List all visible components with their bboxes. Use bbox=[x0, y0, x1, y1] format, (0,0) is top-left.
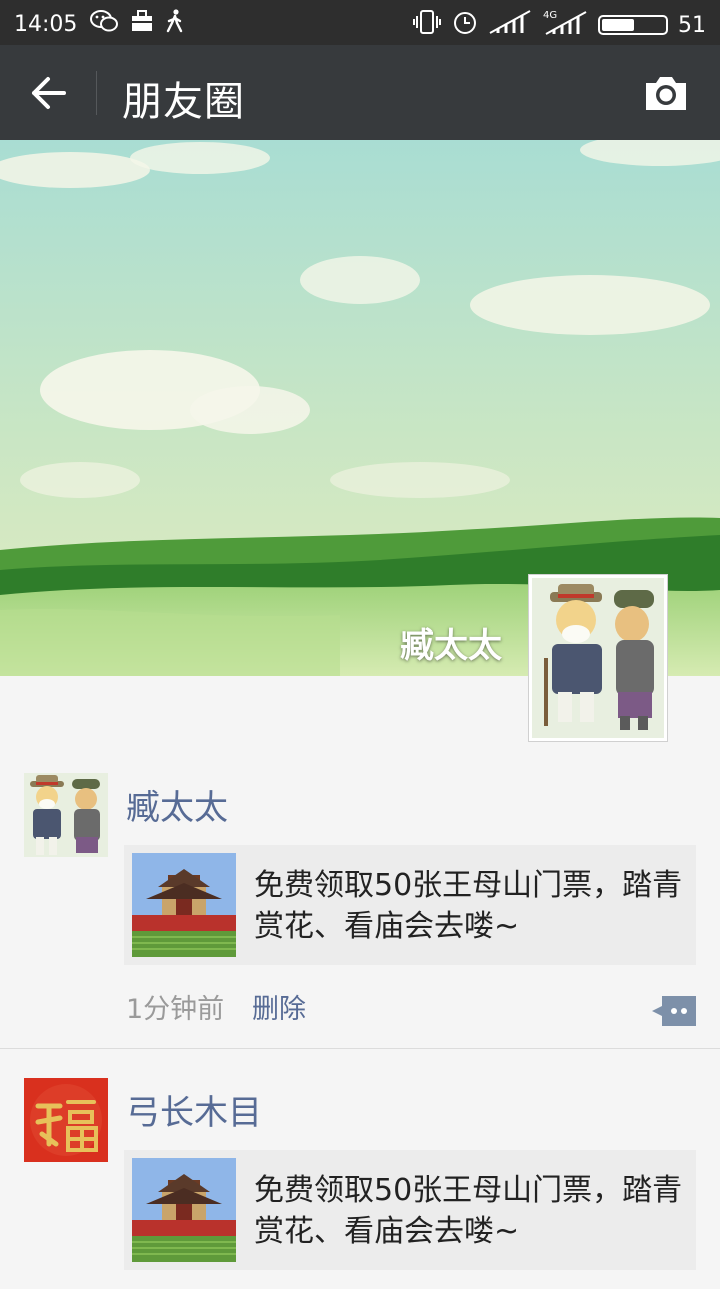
svg-text:4G: 4G bbox=[543, 10, 557, 21]
signal-4g-icon: 4G bbox=[542, 8, 588, 42]
back-arrow-icon[interactable] bbox=[26, 71, 74, 115]
share-title: 免费领取50张王母山门票，踏青赏花、看庙会去喽~ bbox=[254, 868, 683, 944]
battery-percent: 51 bbox=[678, 12, 706, 38]
moment-post: 臧太太 免费领取50张王母山门票，踏青赏花、看庙会去喽~ 1分钟前 删除 bbox=[0, 742, 720, 1049]
vibrate-icon bbox=[412, 9, 442, 41]
cover-username: 臧太太 bbox=[400, 626, 502, 666]
battery-icon bbox=[598, 15, 668, 35]
camera-icon[interactable] bbox=[642, 73, 690, 113]
status-bar: 14:05 4G 51 bbox=[0, 0, 720, 45]
delete-button[interactable]: 删除 bbox=[252, 987, 306, 1026]
wechat-icon bbox=[89, 9, 119, 39]
shared-link-card[interactable]: 免费领取50张王母山门票，踏青赏花、看庙会去喽~ bbox=[124, 1150, 696, 1270]
header-divider bbox=[96, 71, 97, 115]
share-title: 免费领取50张王母山门票，踏青赏花、看庙会去喽~ bbox=[254, 1173, 683, 1249]
moment-post: 弓长木目 免费领取50张王母山门票，踏青赏花、看庙会去喽~ bbox=[0, 1049, 720, 1289]
top-bar: 朋友圈 bbox=[0, 45, 720, 140]
post-username[interactable]: 弓长木目 bbox=[126, 1085, 262, 1134]
avatar[interactable] bbox=[24, 773, 108, 857]
profile-avatar[interactable] bbox=[528, 574, 668, 742]
page-title: 朋友圈 bbox=[122, 79, 245, 125]
bag-icon bbox=[131, 10, 153, 38]
share-thumbnail bbox=[132, 1158, 236, 1262]
shared-link-card[interactable]: 免费领取50张王母山门票，踏青赏花、看庙会去喽~ bbox=[124, 845, 696, 965]
post-username[interactable]: 臧太太 bbox=[126, 780, 228, 829]
avatar[interactable] bbox=[24, 1078, 108, 1162]
walking-icon bbox=[165, 9, 185, 39]
comment-icon[interactable] bbox=[652, 996, 696, 1026]
share-thumbnail bbox=[132, 853, 236, 957]
alarm-icon bbox=[452, 9, 478, 41]
signal-icon bbox=[488, 9, 532, 41]
status-time: 14:05 bbox=[14, 11, 78, 37]
moments-feed: 臧太太 免费领取50张王母山门票，踏青赏花、看庙会去喽~ 1分钟前 删除 弓长木… bbox=[0, 742, 720, 1289]
post-time: 1分钟前 bbox=[126, 994, 225, 1025]
